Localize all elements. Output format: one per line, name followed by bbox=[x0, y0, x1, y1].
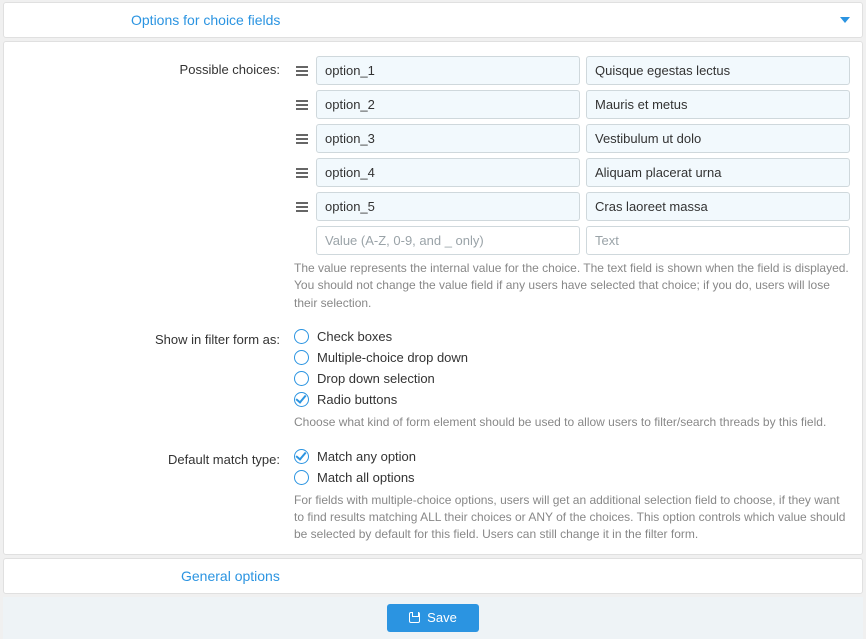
drag-handle-icon[interactable] bbox=[294, 132, 310, 146]
choice-text-input[interactable] bbox=[586, 90, 850, 119]
match-option-label: Match all options bbox=[317, 470, 415, 485]
radio-unchecked-icon bbox=[294, 350, 309, 365]
row-possible-choices: Possible choices: The value represents t… bbox=[16, 56, 850, 312]
choice-text-input[interactable] bbox=[586, 56, 850, 85]
label-filter-form: Show in filter form as: bbox=[16, 326, 294, 347]
choice-text-input[interactable] bbox=[586, 192, 850, 221]
save-icon bbox=[409, 612, 420, 623]
match-option-label: Match any option bbox=[317, 449, 416, 464]
new-choice-value-input[interactable] bbox=[316, 226, 580, 255]
choice-row bbox=[294, 56, 850, 85]
new-choice-text-input[interactable] bbox=[586, 226, 850, 255]
drag-handle-icon[interactable] bbox=[294, 98, 310, 112]
filter-option-label: Multiple-choice drop down bbox=[317, 350, 468, 365]
match-option[interactable]: Match all options bbox=[294, 467, 850, 488]
filter-option[interactable]: Multiple-choice drop down bbox=[294, 347, 850, 368]
section-title-general: General options bbox=[181, 568, 280, 584]
choice-row bbox=[294, 192, 850, 221]
caret-down-icon bbox=[840, 17, 850, 23]
radio-unchecked-icon bbox=[294, 329, 309, 344]
choice-row bbox=[294, 158, 850, 187]
choice-text-input[interactable] bbox=[586, 124, 850, 153]
choice-text-input[interactable] bbox=[586, 158, 850, 187]
choice-value-input[interactable] bbox=[316, 158, 580, 187]
save-button-label: Save bbox=[427, 610, 457, 625]
filter-option-label: Drop down selection bbox=[317, 371, 435, 386]
filter-option[interactable]: Radio buttons bbox=[294, 389, 850, 410]
choice-value-input[interactable] bbox=[316, 90, 580, 119]
choice-value-input[interactable] bbox=[316, 124, 580, 153]
label-possible-choices: Possible choices: bbox=[16, 56, 294, 77]
match-option[interactable]: Match any option bbox=[294, 446, 850, 467]
filter-option-label: Check boxes bbox=[317, 329, 392, 344]
row-match-type: Default match type: Match any optionMatc… bbox=[16, 446, 850, 544]
row-filter-form: Show in filter form as: Check boxes Multi… bbox=[16, 326, 850, 431]
filter-content: Check boxes Multiple-choice drop down Drop… bbox=[294, 326, 850, 431]
drag-handle-icon[interactable] bbox=[294, 200, 310, 214]
section-title: Options for choice fields bbox=[131, 12, 280, 28]
match-content: Match any option Match all options For fie… bbox=[294, 446, 850, 544]
choice-value-input[interactable] bbox=[316, 192, 580, 221]
choice-row bbox=[294, 90, 850, 119]
drag-handle-icon[interactable] bbox=[294, 64, 310, 78]
choices-content: The value represents the internal value … bbox=[294, 56, 850, 312]
choice-value-input[interactable] bbox=[316, 56, 580, 85]
filter-hint: Choose what kind of form element should … bbox=[294, 414, 850, 431]
save-bar: Save bbox=[3, 597, 863, 639]
drag-handle-icon[interactable] bbox=[294, 166, 310, 180]
radio-unchecked-icon bbox=[294, 470, 309, 485]
choice-row bbox=[294, 124, 850, 153]
section-header-choice-options[interactable]: Options for choice fields bbox=[3, 2, 863, 38]
choice-row-new bbox=[316, 226, 850, 255]
radio-checked-icon bbox=[294, 449, 309, 464]
section-header-general-options[interactable]: General options bbox=[3, 558, 863, 594]
save-button[interactable]: Save bbox=[387, 604, 479, 632]
label-match-type: Default match type: bbox=[16, 446, 294, 467]
filter-option-label: Radio buttons bbox=[317, 392, 397, 407]
filter-option[interactable]: Check boxes bbox=[294, 326, 850, 347]
radio-checked-icon bbox=[294, 392, 309, 407]
choices-hint: The value represents the internal value … bbox=[294, 260, 850, 312]
filter-option[interactable]: Drop down selection bbox=[294, 368, 850, 389]
section-body: Possible choices: The value represents t… bbox=[3, 41, 863, 555]
match-hint: For fields with multiple-choice options,… bbox=[294, 492, 850, 544]
radio-unchecked-icon bbox=[294, 371, 309, 386]
